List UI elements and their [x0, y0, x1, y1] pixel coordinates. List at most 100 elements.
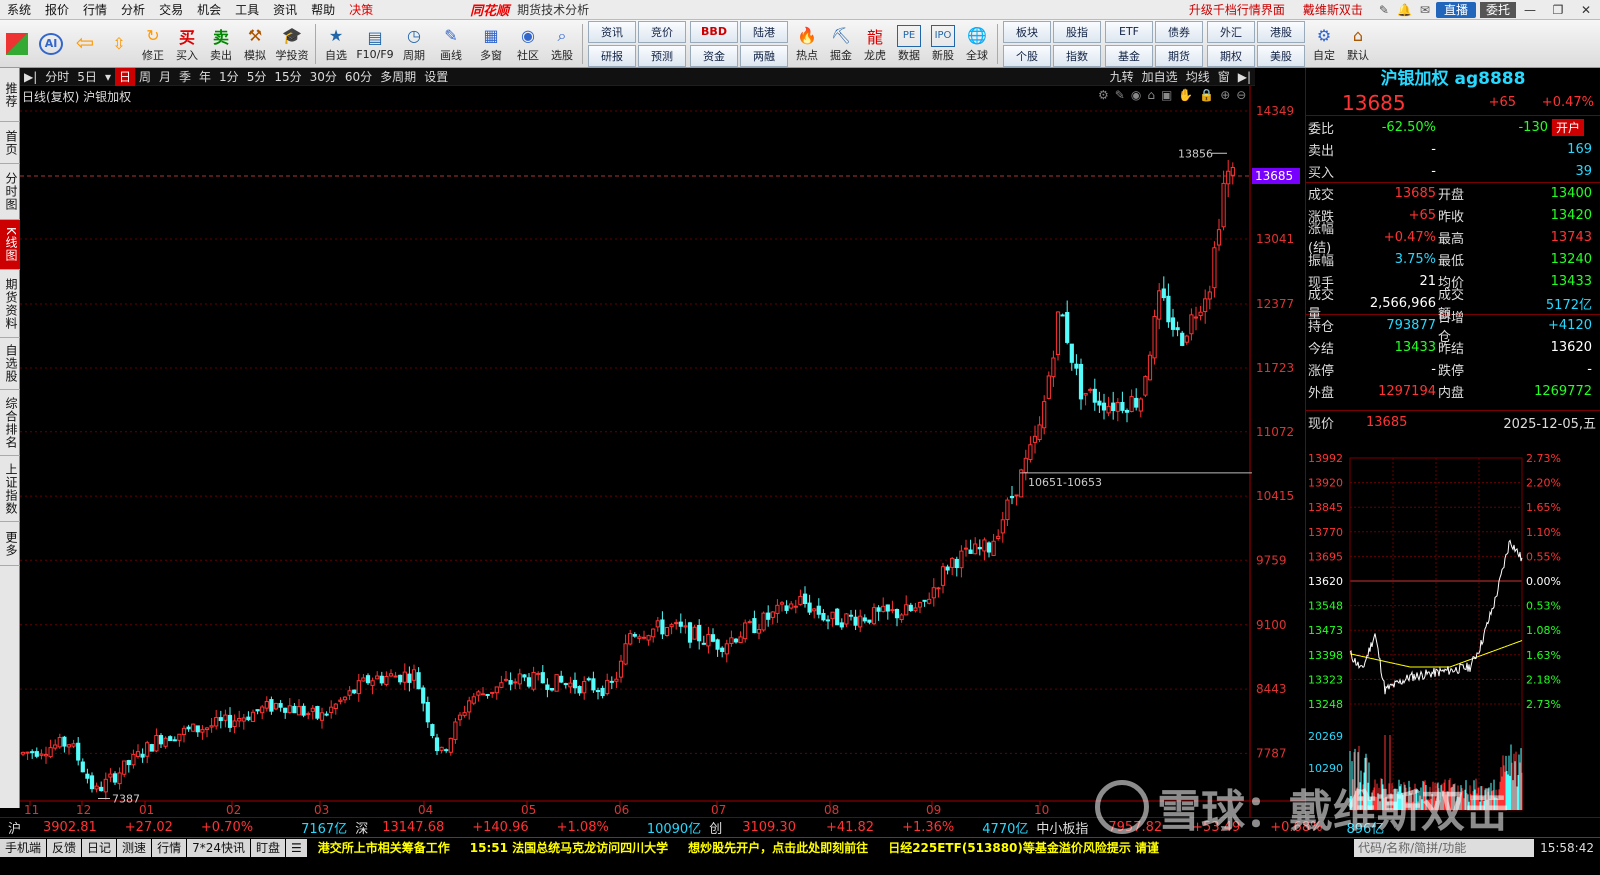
- bbd-button[interactable]: BBD: [690, 20, 738, 43]
- add-watchlist-button[interactable]: 加自选: [1138, 68, 1182, 86]
- menu-trade[interactable]: 交易: [152, 0, 190, 20]
- ma-button[interactable]: 均线: [1182, 68, 1214, 86]
- kline-chart[interactable]: 14349 13685 13041 12377 11723 11072 10415 9759 9…: [20, 86, 1305, 817]
- collapse-icon[interactable]: ▶|: [1234, 68, 1255, 86]
- dragon-tiger-button[interactable]: 龍龙虎: [858, 21, 892, 67]
- tab-kline[interactable]: K线图: [0, 220, 20, 270]
- period-intraday[interactable]: 分时: [41, 68, 73, 86]
- brush-icon[interactable]: ✎: [1115, 88, 1131, 102]
- live-button[interactable]: 直播: [1435, 1, 1476, 18]
- period-5min[interactable]: 5分: [243, 68, 271, 86]
- pen-icon[interactable]: ✎: [1379, 3, 1389, 17]
- fix-button[interactable]: ↻ 修正: [136, 21, 170, 67]
- nine-turn-button[interactable]: 九转: [1106, 68, 1138, 86]
- data-button[interactable]: PE 数据: [892, 21, 926, 67]
- hk-connect-button[interactable]: 陆港: [740, 20, 788, 43]
- sz-label[interactable]: 深: [347, 818, 368, 837]
- tab-watchlist[interactable]: 自选股: [0, 338, 20, 390]
- market-button[interactable]: 行情: [152, 838, 187, 857]
- forecast-button[interactable]: 预测: [638, 44, 686, 67]
- ai-button[interactable]: AI: [34, 21, 68, 67]
- search-input[interactable]: 代码/名称/简拼/功能: [1354, 838, 1535, 857]
- news-ticker-3[interactable]: 想炒股先开户，点击此处即刻前往: [678, 839, 878, 856]
- etf-button[interactable]: ETF: [1105, 20, 1153, 43]
- updown-button[interactable]: ⇳: [102, 21, 136, 67]
- tab-recommend[interactable]: 推荐: [0, 68, 20, 122]
- mobile-button[interactable]: 手机端: [0, 838, 47, 857]
- news-ticker-4[interactable]: 日经225ETF(513880)等基金溢价风险提示 请谨: [878, 839, 1169, 856]
- fund-flow-button[interactable]: 资金: [690, 44, 738, 67]
- bond-button[interactable]: 债券: [1155, 20, 1203, 43]
- hot-button[interactable]: 🔥 热点: [790, 21, 824, 67]
- stock-picker-button[interactable]: ⌕ 选股: [545, 21, 579, 67]
- menu-market[interactable]: 行情: [76, 0, 114, 20]
- open-account-button[interactable]: 开户: [1552, 118, 1585, 136]
- sell-button[interactable]: 卖卖出: [204, 21, 238, 67]
- period-30min[interactable]: 30分: [306, 68, 341, 86]
- community-button[interactable]: ◉ 社区: [511, 21, 545, 67]
- period-settings[interactable]: 设置: [420, 68, 452, 86]
- news-ticker-1[interactable]: 港交所上市相关筹备工作: [308, 839, 460, 856]
- period-multi[interactable]: 多周期: [376, 68, 420, 86]
- period-1min[interactable]: 1分: [215, 68, 243, 86]
- news-ticker-2[interactable]: 15:51 法国总统马克龙访问四川大学: [460, 839, 678, 856]
- buy-button[interactable]: 买买入: [170, 21, 204, 67]
- menu-system[interactable]: 系统: [0, 0, 38, 20]
- feedback-button[interactable]: 反馈: [47, 838, 82, 857]
- multi-window-button[interactable]: ▦ 多窗: [471, 21, 511, 67]
- period-day[interactable]: 日: [114, 67, 135, 86]
- f10-button[interactable]: ▤ F10/F9: [353, 21, 397, 67]
- global-button[interactable]: 🌐 全球: [960, 21, 994, 67]
- period-60min[interactable]: 60分: [341, 68, 376, 86]
- diary-button[interactable]: 日记: [82, 838, 117, 857]
- zz-label[interactable]: 中小板指: [1028, 818, 1088, 837]
- menu-analysis[interactable]: 分析: [114, 0, 152, 20]
- default-button[interactable]: ⌂ 默认: [1341, 21, 1375, 67]
- period-month[interactable]: 月: [155, 68, 175, 86]
- intraday-mini-chart[interactable]: 13992 2.73% 13920 2.20% 13845 1.65% 13770 1.10%…: [1306, 450, 1600, 816]
- close-icon[interactable]: ✕: [1572, 3, 1600, 17]
- tab-intraday[interactable]: 分时图: [0, 164, 20, 220]
- lock-icon[interactable]: 🔒: [1199, 88, 1220, 102]
- draw-line-button[interactable]: ✎ 画线: [431, 21, 471, 67]
- mail-icon[interactable]: ✉: [1420, 3, 1430, 17]
- back-button[interactable]: ⇦: [68, 21, 102, 67]
- options-button[interactable]: 期权: [1207, 44, 1255, 67]
- fx-button[interactable]: 外汇: [1207, 20, 1255, 43]
- ipo-button[interactable]: IPO 新股: [926, 21, 960, 67]
- sh-label[interactable]: 沪: [0, 818, 21, 837]
- tab-futures-info[interactable]: 期货资料: [0, 270, 20, 338]
- minimize-icon[interactable]: —: [1516, 3, 1544, 17]
- entrust-button[interactable]: 委托: [1479, 1, 1516, 18]
- layout-button[interactable]: [0, 21, 34, 67]
- upgrade-link[interactable]: 升级千档行情界面: [1181, 1, 1293, 18]
- zoom-in-icon[interactable]: ⊕: [1220, 88, 1236, 102]
- tab-more[interactable]: 更多: [0, 522, 20, 566]
- user-name[interactable]: 戴维斯双击: [1293, 1, 1373, 18]
- margin-button[interactable]: 两融: [740, 44, 788, 67]
- period-quarter[interactable]: 季: [175, 68, 195, 86]
- futures-button[interactable]: 期货: [1155, 44, 1203, 67]
- menu-tools[interactable]: 工具: [228, 0, 266, 20]
- menu-help[interactable]: 帮助: [304, 0, 342, 20]
- dropdown-icon[interactable]: ▾: [101, 68, 115, 86]
- period-year[interactable]: 年: [195, 68, 215, 86]
- menu-chance[interactable]: 机会: [190, 0, 228, 20]
- dig-button[interactable]: ⛏ 掘金: [824, 21, 858, 67]
- zoom-out-icon[interactable]: ⊖: [1236, 88, 1252, 102]
- menu-quote[interactable]: 报价: [38, 0, 76, 20]
- watchlist-button[interactable]: ★ 自选: [319, 21, 353, 67]
- sector-button[interactable]: 板块: [1003, 20, 1051, 43]
- news-button[interactable]: 资讯: [588, 20, 636, 43]
- menu-decision[interactable]: 决策: [342, 0, 380, 20]
- learn-button[interactable]: 🎓 学投资: [272, 21, 312, 67]
- bell-icon[interactable]: 🔔: [1397, 3, 1412, 17]
- fund-button[interactable]: 基金: [1105, 44, 1153, 67]
- period-5day[interactable]: 5日: [73, 68, 101, 86]
- custom-button[interactable]: ⚙ 自定: [1307, 21, 1341, 67]
- research-button[interactable]: 研报: [588, 44, 636, 67]
- period-button[interactable]: ◷ 周期: [397, 21, 431, 67]
- restore-icon[interactable]: ❐: [1544, 3, 1572, 17]
- index-futures-button[interactable]: 股指: [1053, 20, 1101, 43]
- stock-button[interactable]: 个股: [1003, 44, 1051, 67]
